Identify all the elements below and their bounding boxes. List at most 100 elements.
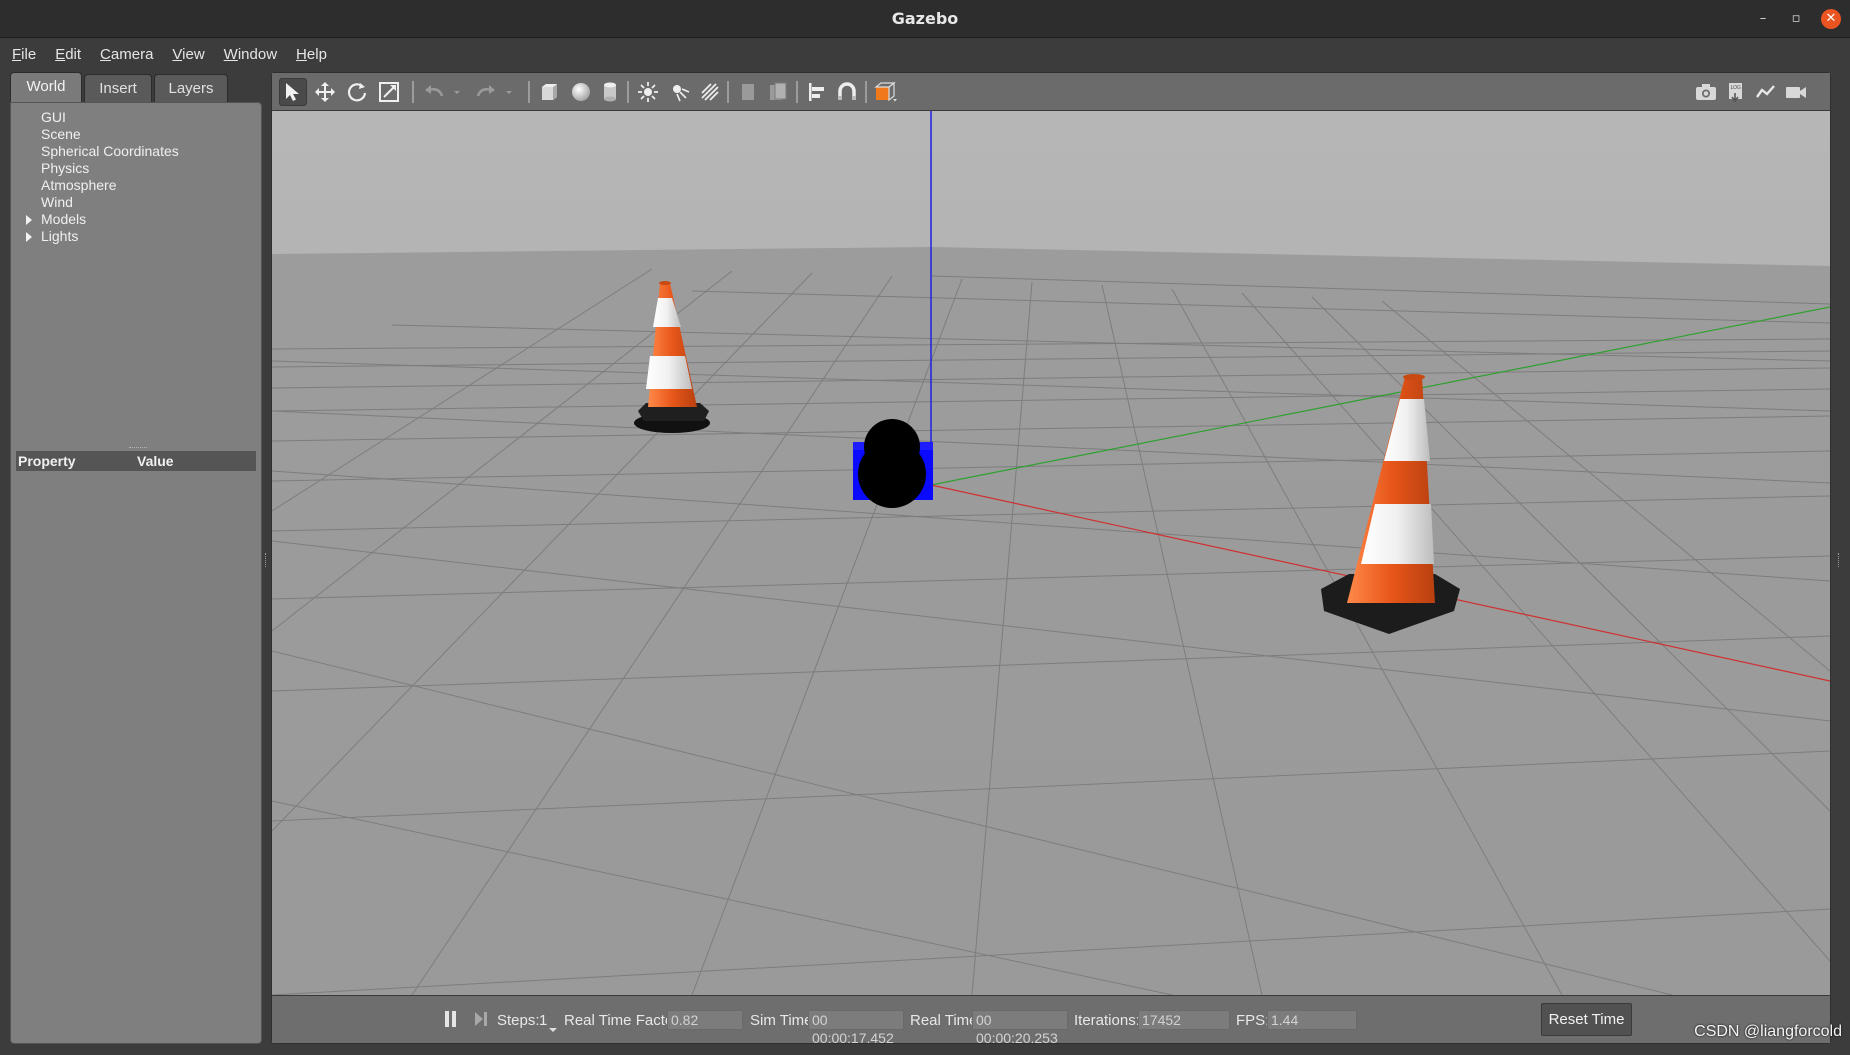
tab-insert[interactable]: Insert xyxy=(84,74,152,102)
tree-item-lights[interactable]: Lights xyxy=(11,228,261,245)
menu-camera[interactable]: Camera xyxy=(100,46,153,63)
pause-button[interactable] xyxy=(442,1009,460,1029)
real-time-label: Real Time: xyxy=(910,1012,982,1029)
tree-item-gui[interactable]: GUI xyxy=(11,109,261,126)
title-bar: Gazebo – ▫ ✕ xyxy=(0,0,1850,38)
real-time-field: 00 00:00:20.253 xyxy=(972,1010,1068,1046)
tree-item-label: Lights xyxy=(41,228,79,244)
steps-dropdown-icon[interactable] xyxy=(549,1020,557,1038)
log-icon[interactable]: LOG xyxy=(1722,78,1750,106)
spot-light-icon[interactable] xyxy=(666,78,694,106)
menu-view[interactable]: View xyxy=(172,46,204,63)
box-shape-icon[interactable] xyxy=(535,78,563,106)
menu-file[interactable]: File xyxy=(12,46,36,63)
tree-item-wind[interactable]: Wind xyxy=(11,194,261,211)
menu-window-mnemonic: W xyxy=(223,45,238,63)
scale-mode-icon[interactable] xyxy=(375,78,403,106)
view-angle-icon[interactable] xyxy=(872,78,900,106)
toolbar-separator xyxy=(796,81,798,103)
main-area: LOG Steps: 1 Real Time Factor: 0.82 Sim … xyxy=(271,72,1831,1046)
iterations-field: 17452 xyxy=(1138,1010,1230,1030)
menu-help[interactable]: Help xyxy=(296,46,327,63)
close-button[interactable]: ✕ xyxy=(1821,9,1841,29)
left-panel-tabs: World Insert Layers xyxy=(10,72,262,102)
redo-icon[interactable] xyxy=(472,78,500,106)
step-button[interactable] xyxy=(472,1009,490,1029)
tab-layers[interactable]: Layers xyxy=(154,74,228,102)
toolbar-separator xyxy=(412,81,414,103)
step-forward-icon xyxy=(475,1012,487,1026)
robot-wheel[interactable] xyxy=(858,440,926,508)
tree-item-atmosphere[interactable]: Atmosphere xyxy=(11,177,261,194)
fps-field: 1.44 xyxy=(1267,1010,1357,1030)
simulation-status-bar: Steps: 1 Real Time Factor: 0.82 Sim Time… xyxy=(272,995,1830,1046)
toolbar-separator xyxy=(627,81,629,103)
property-column-header: Property xyxy=(18,453,76,469)
right-splitter-handle[interactable] xyxy=(1838,553,1840,567)
select-mode-icon[interactable] xyxy=(279,78,307,106)
real-time-factor-label: Real Time Factor: xyxy=(564,1012,683,1029)
minimize-button[interactable]: – xyxy=(1753,9,1773,29)
iterations-label: Iterations: xyxy=(1074,1012,1140,1029)
panel-splitter-handle[interactable] xyxy=(129,447,147,449)
tab-world[interactable]: World xyxy=(10,72,82,102)
toolbar-separator xyxy=(865,81,867,103)
world-tree: GUI Scene Spherical Coordinates Physics … xyxy=(11,109,261,245)
redo-dropdown-icon[interactable] xyxy=(502,78,516,106)
pause-icon xyxy=(445,1011,456,1027)
directional-light-icon[interactable] xyxy=(696,78,724,106)
real-time-factor-field: 0.82 xyxy=(667,1010,743,1030)
window-title: Gazebo xyxy=(891,9,959,28)
copy-icon[interactable] xyxy=(734,78,762,106)
cone-stripe-white xyxy=(646,356,692,389)
plot-icon[interactable] xyxy=(1752,78,1780,106)
undo-dropdown-icon[interactable] xyxy=(450,78,464,106)
property-table-header: Property Value xyxy=(16,451,256,471)
menu-help-mnemonic: H xyxy=(296,45,307,63)
tree-item-label: GUI xyxy=(41,109,66,125)
snap-icon[interactable] xyxy=(833,78,861,106)
menu-file-mnemonic: F xyxy=(12,45,22,63)
expand-arrow-icon[interactable] xyxy=(26,232,32,242)
menu-help-label: elp xyxy=(306,45,327,63)
expand-arrow-icon[interactable] xyxy=(26,215,32,225)
scene-viewport[interactable] xyxy=(272,111,1830,995)
scene-canvas[interactable] xyxy=(272,111,1830,995)
cylinder-shape-icon[interactable] xyxy=(596,78,624,106)
menu-window[interactable]: Window xyxy=(224,46,277,63)
steps-label: Steps: xyxy=(497,1012,540,1029)
sim-time-field: 00 00:00:17.452 xyxy=(808,1010,904,1046)
left-panel: World Insert Layers GUI Scene Spherical … xyxy=(10,72,262,1044)
menu-window-label: indow xyxy=(237,45,278,63)
menu-file-label: ile xyxy=(21,45,37,63)
rotate-mode-icon[interactable] xyxy=(343,78,371,106)
point-light-icon[interactable] xyxy=(634,78,662,106)
steps-spinbox[interactable]: 1 xyxy=(539,1012,547,1029)
tree-item-label: Models xyxy=(41,211,87,227)
left-splitter-handle[interactable] xyxy=(265,553,267,567)
menu-camera-label: amera xyxy=(110,45,154,63)
menu-edit-label: dit xyxy=(65,45,82,63)
paste-icon[interactable] xyxy=(764,78,792,106)
menu-view-mnemonic: V xyxy=(172,45,183,63)
tree-item-spherical-coordinates[interactable]: Spherical Coordinates xyxy=(11,143,261,160)
menu-view-label: iew xyxy=(182,45,205,63)
sphere-shape-icon[interactable] xyxy=(567,78,595,106)
align-icon[interactable] xyxy=(803,78,831,106)
sim-time-label: Sim Time: xyxy=(750,1012,817,1029)
restore-button[interactable]: ▫ xyxy=(1786,9,1806,29)
tree-item-label: Atmosphere xyxy=(41,177,117,193)
undo-icon[interactable] xyxy=(420,78,448,106)
value-column-header: Value xyxy=(137,453,174,469)
world-panel: GUI Scene Spherical Coordinates Physics … xyxy=(10,102,262,1044)
translate-mode-icon[interactable] xyxy=(311,78,339,106)
fps-label: FPS: xyxy=(1236,1012,1270,1029)
screenshot-icon[interactable] xyxy=(1692,78,1720,106)
reset-time-button[interactable]: Reset Time xyxy=(1541,1003,1632,1036)
cone-tip xyxy=(659,281,671,285)
tree-item-scene[interactable]: Scene xyxy=(11,126,261,143)
tree-item-physics[interactable]: Physics xyxy=(11,160,261,177)
menu-edit[interactable]: Edit xyxy=(55,46,81,63)
tree-item-models[interactable]: Models xyxy=(11,211,261,228)
video-record-icon[interactable] xyxy=(1782,78,1810,106)
